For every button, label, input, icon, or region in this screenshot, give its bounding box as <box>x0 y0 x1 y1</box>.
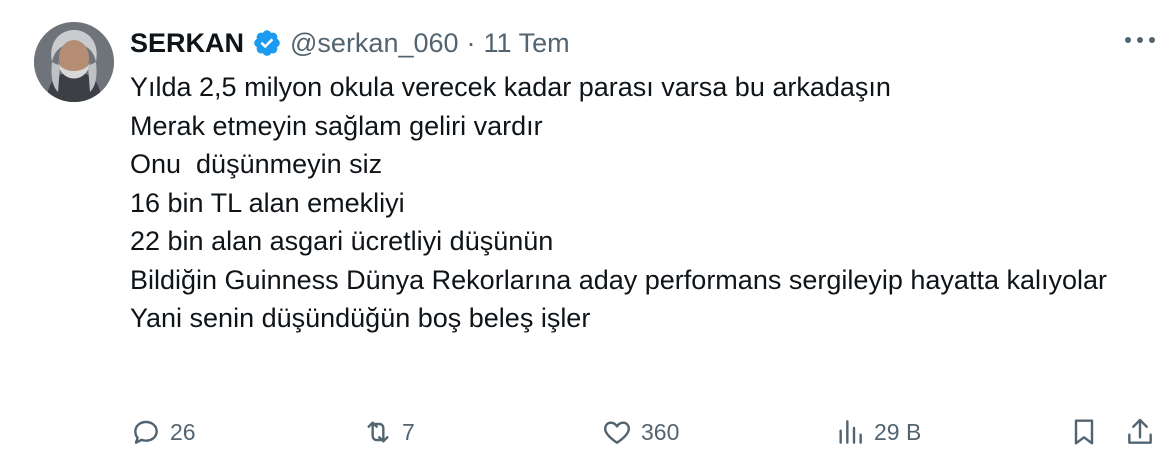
views-icon <box>839 420 862 444</box>
like-count: 360 <box>641 418 680 445</box>
tweet-line: 16 bin TL alan emekliyi <box>130 187 405 218</box>
bookmark-button[interactable] <box>1068 410 1100 454</box>
tweet-line: Bildiğin Guinness Dünya Rekorlarına aday… <box>130 264 1107 295</box>
reply-count: 26 <box>170 418 196 445</box>
reply-icon <box>134 420 158 444</box>
tweet-line: Yani senin düşündüğün boş beleş işler <box>130 303 591 333</box>
retweet-icon <box>367 421 389 443</box>
avatar-image <box>34 22 114 102</box>
separator-dot: · <box>466 27 476 58</box>
tweet-text: Yılda 2,5 milyon okula verecek kadar par… <box>130 68 1140 338</box>
views-button[interactable]: 29 B <box>834 410 921 454</box>
retweet-button[interactable]: 7 <box>362 410 415 454</box>
share-button[interactable] <box>1124 410 1156 454</box>
tweet-header: SERKAN @serkan_060 · 11 Tem <box>130 26 570 60</box>
action-bar: 26 7 360 29 B <box>0 410 1176 454</box>
reply-button[interactable]: 26 <box>130 410 196 454</box>
avatar[interactable] <box>34 22 114 102</box>
share-icon <box>1128 418 1152 444</box>
retweet-count: 7 <box>402 418 415 445</box>
more-icon[interactable] <box>1122 30 1158 50</box>
author-handle[interactable]: @serkan_060 <box>290 28 459 59</box>
like-button[interactable]: 360 <box>601 410 679 454</box>
views-count: 29 B <box>874 418 922 445</box>
tweet-line: 22 bin alan asgari ücretliyi düşünün <box>130 226 554 256</box>
tweet-line: Merak etmeyin sağlam geliri vardır <box>130 110 543 141</box>
tweet-line: Onu düşünmeyin siz <box>130 149 383 179</box>
author-name[interactable]: SERKAN <box>130 28 244 59</box>
like-icon <box>604 421 630 444</box>
tweet-line: Yılda 2,5 milyon okula verecek kadar par… <box>130 72 891 102</box>
tweet-timestamp[interactable]: 11 Tem <box>484 28 570 59</box>
bookmark-icon <box>1074 419 1094 445</box>
verified-badge-icon <box>254 30 280 56</box>
